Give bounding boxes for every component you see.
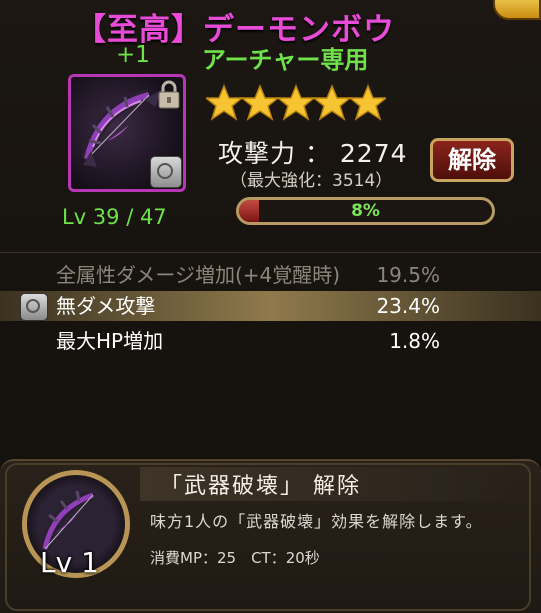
stat-value: 1.8% [389, 329, 440, 353]
stat-label: 最大HP増加 [56, 329, 164, 353]
skill-level: Lv 1 [40, 546, 99, 579]
item-level: Lv 39 / 47 [62, 205, 167, 229]
max-enhance: （最大強化：3514） [230, 171, 393, 191]
skill-cost: 消費MP：25 CT：20秒 [150, 549, 320, 567]
stat-row: 全属性ダメージ増加(+4覚醒時) 19.5% [0, 260, 541, 290]
star-icon [275, 84, 317, 121]
awakening-slot-icon [150, 156, 182, 188]
exp-progress-label: 8% [351, 201, 380, 221]
awakening-stat-icon [20, 293, 48, 321]
rarity-stars [206, 84, 386, 121]
stat-row: 最大HP増加 1.8% [0, 326, 541, 356]
star-icon [347, 84, 386, 121]
close-corner-button[interactable] [493, 0, 541, 20]
unlock-button[interactable]: 解除 [430, 138, 514, 182]
star-icon [206, 84, 245, 121]
stat-label: 全属性ダメージ増加(+4覚醒時) [56, 263, 341, 287]
star-icon [311, 84, 353, 121]
stat-row-selected[interactable]: 無ダメ攻撃 23.4% [0, 291, 541, 321]
star-icon [239, 84, 281, 121]
divider [0, 252, 541, 253]
stat-value: 23.4% [376, 294, 440, 318]
skill-description: 味方1人の「武器破壊」効果を解除します。 [150, 512, 483, 531]
stat-label: 無ダメ攻撃 [56, 294, 156, 318]
item-plus-level: +1 [116, 42, 150, 68]
padlock-icon[interactable] [157, 80, 181, 110]
stat-value: 19.5% [376, 263, 440, 287]
exp-progress-bar: 8% [236, 197, 495, 225]
attack-power: 攻撃力 ： 2274 [218, 139, 408, 168]
class-restriction: アーチャー専用 [202, 46, 369, 74]
skill-name: 「武器破壊」 解除 [160, 474, 361, 499]
